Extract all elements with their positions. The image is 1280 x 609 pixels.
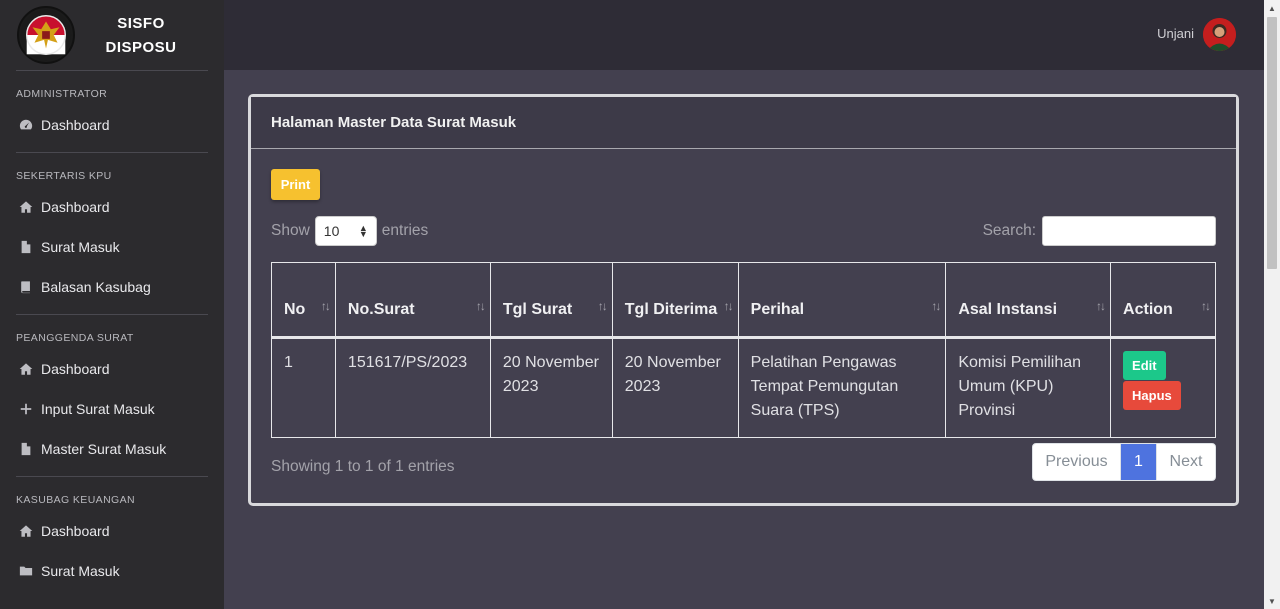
sidebar-section-title: PEANGGENDA SURAT xyxy=(16,332,134,344)
home-icon xyxy=(18,361,34,377)
divider xyxy=(16,152,208,153)
column-header-asal-instansi[interactable]: Asal Instansi ↑↓ xyxy=(945,262,1112,338)
sidebar-section-title: ADMINISTRATOR xyxy=(16,88,108,100)
sidebar-item-master-surat-masuk[interactable]: Master Surat Masuk xyxy=(0,429,224,469)
book-icon xyxy=(18,279,34,295)
sidebar-item-label: Dashboard xyxy=(41,117,110,133)
sidebar: SISFO DISPOSU ADMINISTRATOR Dashboard SEKE… xyxy=(0,0,224,609)
card-title: Halaman Master Data Surat Masuk xyxy=(251,97,1236,149)
brand[interactable]: SISFO DISPOSU xyxy=(0,0,224,70)
divider xyxy=(16,314,208,315)
cell-action: Edit Hapus xyxy=(1110,337,1216,438)
column-header-tgl-surat[interactable]: Tgl Surat ↑↓ xyxy=(489,262,613,338)
home-icon xyxy=(18,523,34,539)
sidebar-item-label: Dashboard xyxy=(41,361,110,377)
page-size-value: 10 xyxy=(323,223,340,239)
cell-perihal: Pelatihan Pengawas Tempat Pemungutan Sua… xyxy=(737,337,947,438)
page-size-select[interactable]: 10 ▲ ▼ xyxy=(314,216,377,246)
entries-label: entries xyxy=(381,222,429,239)
page-scrollbar[interactable]: ▲ ▼ xyxy=(1264,0,1280,609)
cell-tgl-surat: 20 November 2023 xyxy=(489,337,613,438)
search-label: Search: xyxy=(982,222,1036,239)
sort-icon: ↑↓ xyxy=(931,299,941,313)
column-header-tgl-diterima[interactable]: Tgl Diterima ↑↓ xyxy=(611,262,739,338)
sidebar-item-label: Dashboard xyxy=(41,199,110,215)
scroll-down-icon[interactable]: ▼ xyxy=(1264,593,1280,609)
previous-page-button[interactable]: Previous xyxy=(1033,444,1121,480)
sidebar-item-label: Balasan Kasubag xyxy=(41,279,151,295)
divider xyxy=(16,70,208,71)
surat-masuk-table: No ↑↓ No.Surat ↑↓ Tgl Surat ↑↓ Tgl Diterima… xyxy=(271,262,1216,438)
brand-title: SISFO DISPOSU xyxy=(105,15,177,56)
hapus-button[interactable]: Hapus xyxy=(1123,381,1181,410)
tachometer-icon xyxy=(18,117,34,133)
scroll-up-icon[interactable]: ▲ xyxy=(1264,0,1280,16)
sidebar-item-surat-masuk[interactable]: Surat Masuk xyxy=(0,551,224,591)
search-input[interactable] xyxy=(1042,216,1216,246)
file-icon xyxy=(18,239,34,255)
next-page-button[interactable]: Next xyxy=(1157,444,1215,480)
column-header-perihal[interactable]: Perihal ↑↓ xyxy=(737,262,947,338)
file-icon xyxy=(18,441,34,457)
sort-icon: ↑↓ xyxy=(1201,299,1211,313)
edit-button[interactable]: Edit xyxy=(1123,351,1166,380)
user-avatar[interactable] xyxy=(1203,18,1236,51)
column-header-action[interactable]: Action ↑↓ xyxy=(1110,262,1216,338)
cell-tgl-diterima: 20 November 2023 xyxy=(611,337,739,438)
sidebar-item-surat-masuk[interactable]: Surat Masuk xyxy=(0,227,224,267)
sort-icon: ↑↓ xyxy=(597,299,608,313)
sidebar-item-dashboard[interactable]: Dashboard xyxy=(0,187,224,227)
cell-no: 1 xyxy=(271,337,336,438)
sidebar-section-title: KASUBAG KEUANGAN xyxy=(16,494,136,506)
select-arrows-icon: ▲ ▼ xyxy=(358,223,368,239)
folder-icon xyxy=(18,563,34,579)
user-name[interactable]: Unjani xyxy=(1157,26,1194,41)
sort-icon: ↑↓ xyxy=(320,299,331,313)
divider xyxy=(16,476,208,477)
show-entries: Show 10 ▲ ▼ entries xyxy=(271,216,428,246)
sort-icon: ↑↓ xyxy=(1096,299,1106,313)
home-icon xyxy=(18,199,34,215)
sidebar-item-label: Surat Masuk xyxy=(41,563,120,579)
cell-no-surat: 151617/PS/2023 xyxy=(334,337,491,438)
table-row: 1 151617/PS/2023 20 November 2023 20 Nov… xyxy=(271,337,1216,438)
show-label: Show xyxy=(271,222,310,239)
sidebar-item-label: Master Surat Masuk xyxy=(41,441,167,457)
sidebar-item-label: Dashboard xyxy=(41,523,110,539)
content-card: Halaman Master Data Surat Masuk Print Sh… xyxy=(248,94,1239,506)
sidebar-nav: ADMINISTRATOR Dashboard SEKERTARIS KPU Dash… xyxy=(0,88,224,591)
sort-icon: ↑↓ xyxy=(723,299,734,313)
search-group: Search: xyxy=(983,216,1216,246)
sort-icon: ↑↓ xyxy=(475,299,486,313)
sidebar-item-label: Surat Masuk xyxy=(41,239,120,255)
topbar: Unjani xyxy=(224,0,1264,70)
sidebar-item-balasan-kasubag[interactable]: Balasan Kasubag xyxy=(0,267,224,307)
column-header-no-surat[interactable]: No.Surat ↑↓ xyxy=(334,262,491,338)
page-1-button[interactable]: 1 xyxy=(1121,444,1157,480)
sidebar-item-input-surat-masuk[interactable]: Input Surat Masuk xyxy=(0,389,224,429)
column-header-no[interactable]: No ↑↓ xyxy=(271,262,336,338)
sidebar-item-dashboard[interactable]: Dashboard xyxy=(0,105,224,145)
table-info: Showing 1 to 1 of 1 entries xyxy=(271,458,455,475)
kpu-logo-icon xyxy=(17,6,75,64)
sidebar-section-title: SEKERTARIS KPU xyxy=(16,170,112,182)
scroll-thumb[interactable] xyxy=(1267,17,1277,269)
plus-icon xyxy=(18,401,34,417)
sidebar-item-dashboard[interactable]: Dashboard xyxy=(0,349,224,389)
sidebar-item-dashboard[interactable]: Dashboard xyxy=(0,511,224,551)
pagination: Previous 1 Next xyxy=(1032,443,1216,481)
sidebar-item-label: Input Surat Masuk xyxy=(41,401,155,417)
print-button[interactable]: Print xyxy=(271,169,320,200)
table-header-row: No ↑↓ No.Surat ↑↓ Tgl Surat ↑↓ Tgl Diterima… xyxy=(271,262,1216,338)
cell-asal-instansi: Komisi Pemilihan Umum (KPU) Provinsi xyxy=(945,337,1112,438)
